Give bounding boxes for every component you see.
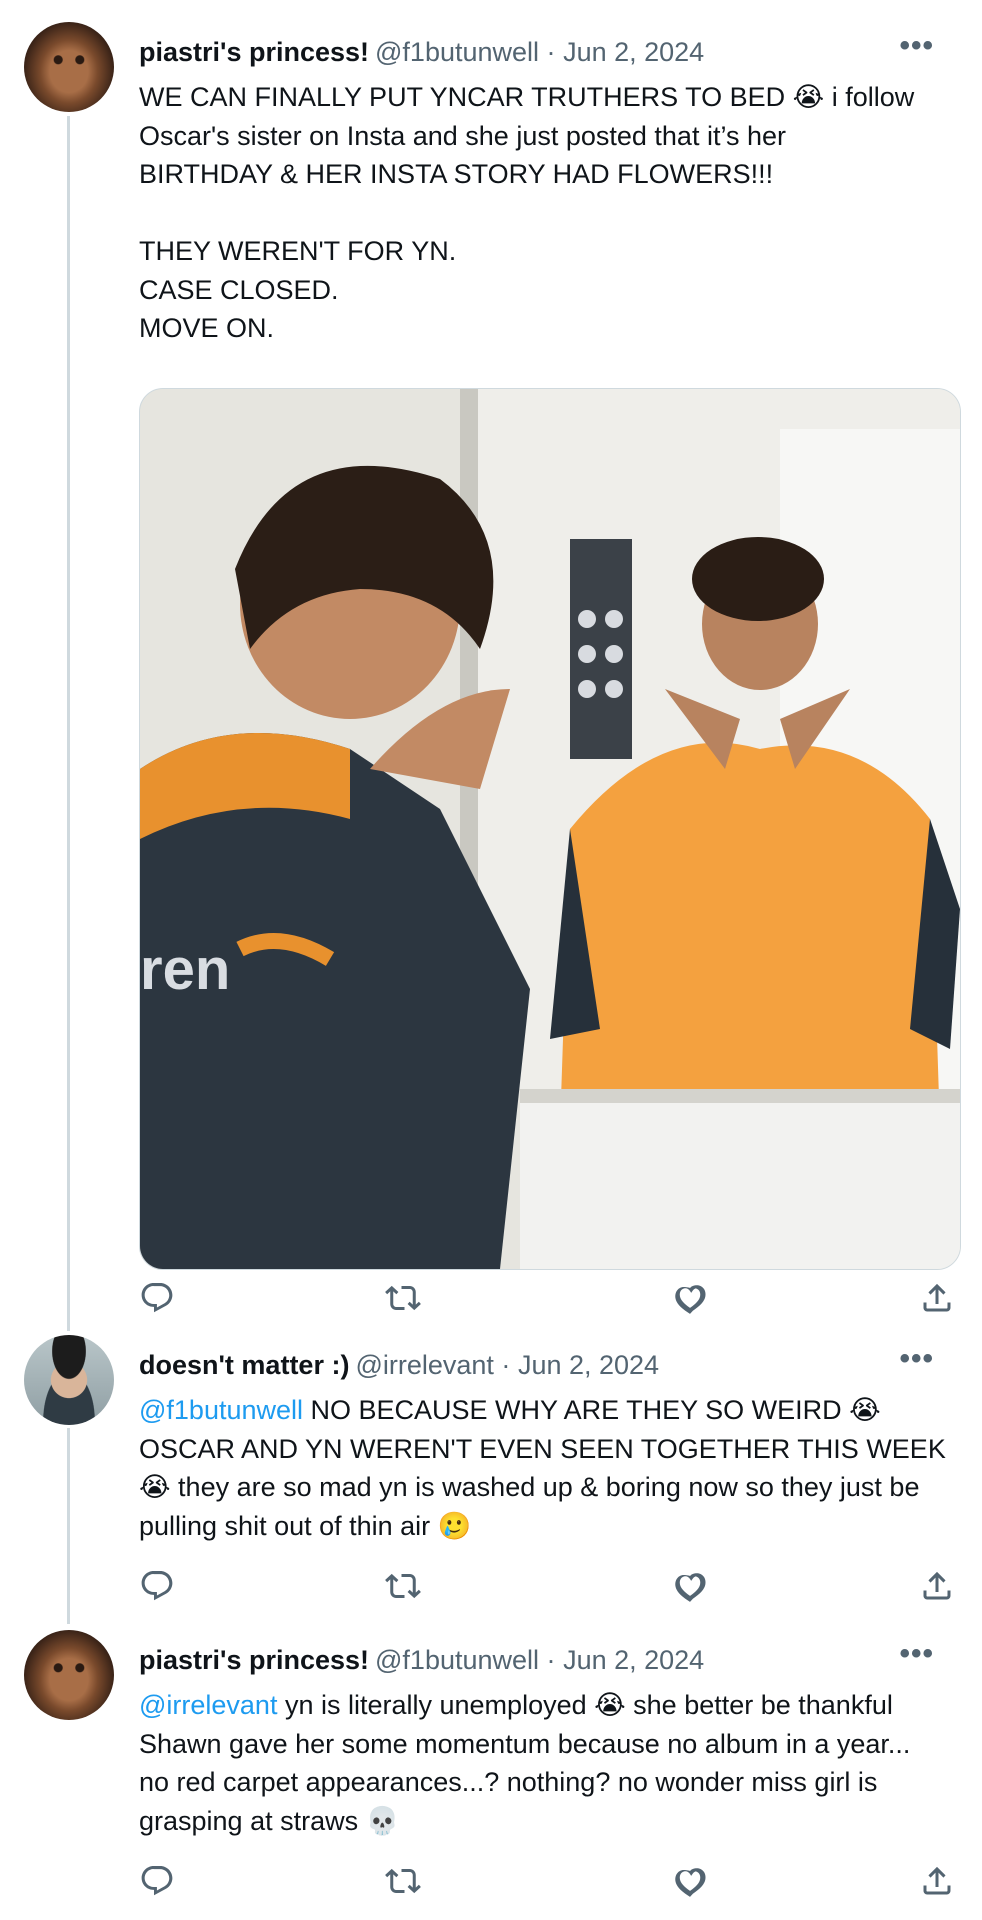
tweet-text-line: OSCAR AND YN WEREN'T EVEN SEEN TOGETHER …	[139, 1433, 946, 1464]
handle[interactable]: @f1butunwell · Jun 2, 2024	[375, 37, 704, 67]
tweet-text-line: no red carpet appearances...? nothing? n…	[139, 1767, 878, 1797]
tweet-actions	[139, 1280, 959, 1320]
tweet-text-line: @irrelevant yn is literally unemployed 😭…	[139, 1690, 893, 1720]
share-icon[interactable]	[919, 1863, 955, 1899]
mention-link[interactable]: @f1butunwell	[139, 1395, 303, 1425]
avatar[interactable]	[24, 1335, 114, 1425]
reply-icon[interactable]	[139, 1280, 175, 1316]
display-name[interactable]: piastri's princess!	[139, 1645, 369, 1675]
photo-illustration: ren	[140, 389, 960, 1269]
tweet-text-line: pulling shit out of thin air 🥲	[139, 1510, 472, 1541]
tweet-text-line: WE CAN FINALLY PUT YNCAR TRUTHERS TO BED…	[139, 82, 915, 112]
svg-text:ren: ren	[140, 937, 230, 1002]
retweet-icon[interactable]	[385, 1863, 421, 1899]
tweet-text-line: @f1butunwell NO BECAUSE WHY ARE THEY SO …	[139, 1395, 881, 1425]
reply-icon[interactable]	[139, 1568, 175, 1604]
tweet-header: piastri's princess! @f1butunwell · Jun 2,…	[139, 1639, 962, 1682]
like-icon[interactable]	[672, 1863, 708, 1899]
tweet-header: piastri's princess! @f1butunwell · Jun 2,…	[139, 31, 962, 74]
reply-icon[interactable]	[139, 1863, 175, 1899]
handle[interactable]: @f1butunwell · Jun 2, 2024	[375, 1645, 704, 1675]
tweet-text: @irrelevant yn is literally unemployed 😭…	[139, 1686, 962, 1840]
tweet-text-line: MOVE ON.	[139, 313, 275, 343]
tweet-date: Jun 2, 2024	[563, 1645, 705, 1675]
tweet-text-line: Oscar's sister on Insta and she just pos…	[139, 120, 786, 151]
like-icon[interactable]	[672, 1280, 708, 1316]
display-name[interactable]: piastri's princess!	[139, 37, 369, 67]
display-name[interactable]: doesn't matter :)	[139, 1350, 349, 1380]
tweet[interactable]: piastri's princess! @f1butunwell · Jun 2,…	[0, 22, 982, 1352]
tweet-text-line: BIRTHDAY & HER INSTA STORY HAD FLOWERS!!…	[139, 159, 774, 189]
more-options-icon[interactable]: •••	[899, 1639, 934, 1669]
retweet-icon[interactable]	[385, 1280, 421, 1316]
mention-link[interactable]: @irrelevant	[139, 1690, 277, 1720]
tweet-text: WE CAN FINALLY PUT YNCAR TRUTHERS TO BED…	[139, 78, 962, 348]
handle[interactable]: @irrelevant · Jun 2, 2024	[355, 1350, 659, 1380]
tweet-text-line: Shawn gave her some momentum because no …	[139, 1728, 911, 1759]
more-options-icon[interactable]: •••	[899, 31, 934, 61]
tweet-actions	[139, 1568, 959, 1608]
tweet-date: Jun 2, 2024	[563, 37, 705, 67]
tweet[interactable]: piastri's princess! @f1butunwell · Jun 2,…	[0, 1630, 982, 1915]
tweet-text-line: CASE CLOSED.	[139, 274, 339, 305]
tweet-text: @f1butunwell NO BECAUSE WHY ARE THEY SO …	[139, 1391, 962, 1545]
retweet-icon[interactable]	[385, 1568, 421, 1604]
tweet-text-line: 😭 they are so mad yn is washed up & bori…	[139, 1472, 920, 1502]
tweet-text-line: grasping at straws 💀	[139, 1805, 400, 1836]
tweet[interactable]: doesn't matter :) @irrelevant · Jun 2, 20…	[0, 1335, 982, 1615]
tweet-photo[interactable]: ren	[139, 388, 961, 1270]
tweet-header: doesn't matter :) @irrelevant · Jun 2, 20…	[139, 1344, 962, 1387]
tweet-actions	[139, 1863, 959, 1903]
more-options-icon[interactable]: •••	[899, 1344, 934, 1374]
share-icon[interactable]	[919, 1280, 955, 1316]
like-icon[interactable]	[672, 1568, 708, 1604]
tweet-text-line: THEY WEREN'T FOR YN.	[139, 236, 457, 266]
share-icon[interactable]	[919, 1568, 955, 1604]
avatar[interactable]	[24, 1630, 114, 1720]
avatar[interactable]	[24, 22, 114, 112]
tweet-date: Jun 2, 2024	[517, 1350, 660, 1380]
